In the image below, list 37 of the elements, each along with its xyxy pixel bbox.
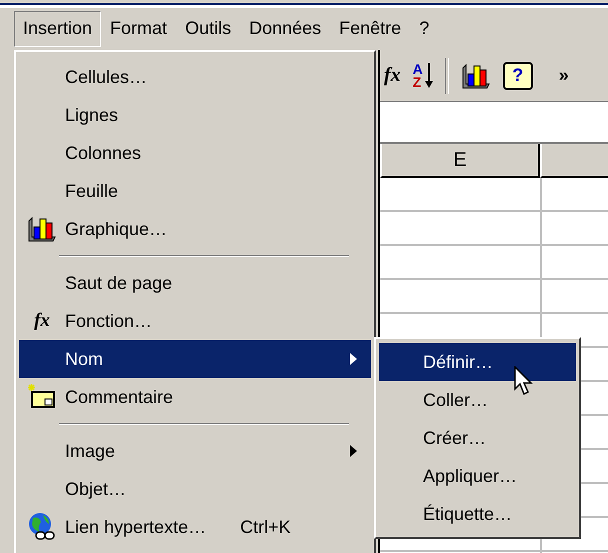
menu-item[interactable]: Objet… bbox=[19, 470, 371, 508]
menu-item[interactable]: Nom bbox=[19, 340, 371, 378]
arrow-down-icon bbox=[424, 62, 433, 88]
menu-item[interactable]: Lien hypertexte… Ctrl+K bbox=[19, 508, 371, 546]
function-button[interactable]: fx bbox=[384, 64, 401, 87]
menu-item[interactable]: Colonnes bbox=[19, 134, 371, 172]
menu-item[interactable]: Saut de page bbox=[19, 264, 371, 302]
menu-item[interactable]: Graphique… bbox=[19, 210, 371, 248]
menu-item[interactable]: Outils bbox=[176, 11, 240, 47]
menu-item[interactable]: Coller… bbox=[379, 381, 576, 419]
chart-button[interactable] bbox=[460, 62, 491, 90]
menu-item[interactable]: Image bbox=[19, 432, 371, 470]
menu-item[interactable]: fx Fonction… bbox=[19, 302, 371, 340]
column-header[interactable]: E bbox=[380, 144, 540, 178]
chart-icon bbox=[460, 62, 491, 90]
sort-button[interactable]: A Z bbox=[412, 62, 433, 88]
menu-item[interactable]: ? bbox=[410, 11, 438, 47]
menu-item[interactable]: Étiquette… bbox=[379, 495, 576, 533]
cursor-icon bbox=[514, 366, 534, 396]
menu-item[interactable]: Définir… bbox=[379, 343, 576, 381]
menu-item[interactable]: Créer… bbox=[379, 419, 576, 457]
comment-icon bbox=[27, 384, 57, 410]
menu-item[interactable]: Fenêtre bbox=[330, 11, 410, 47]
menu-item[interactable]: Insertion bbox=[14, 11, 102, 47]
menu-item[interactable]: Commentaire bbox=[19, 378, 371, 416]
formula-bar[interactable] bbox=[380, 102, 608, 144]
help-button[interactable]: ? bbox=[502, 62, 533, 90]
menu-item[interactable]: Cellules… bbox=[19, 58, 371, 96]
function-icon: fx bbox=[34, 310, 50, 332]
more-button[interactable]: » bbox=[558, 65, 569, 86]
chart-icon bbox=[27, 215, 57, 243]
menu-item[interactable]: Lignes bbox=[19, 96, 371, 134]
menu-item[interactable]: Format bbox=[101, 11, 176, 47]
menu-item[interactable]: Données bbox=[240, 11, 330, 47]
menu-item[interactable]: Appliquer… bbox=[379, 457, 576, 495]
menu-item[interactable]: Feuille bbox=[19, 172, 371, 210]
hyperlink-icon bbox=[27, 512, 57, 542]
